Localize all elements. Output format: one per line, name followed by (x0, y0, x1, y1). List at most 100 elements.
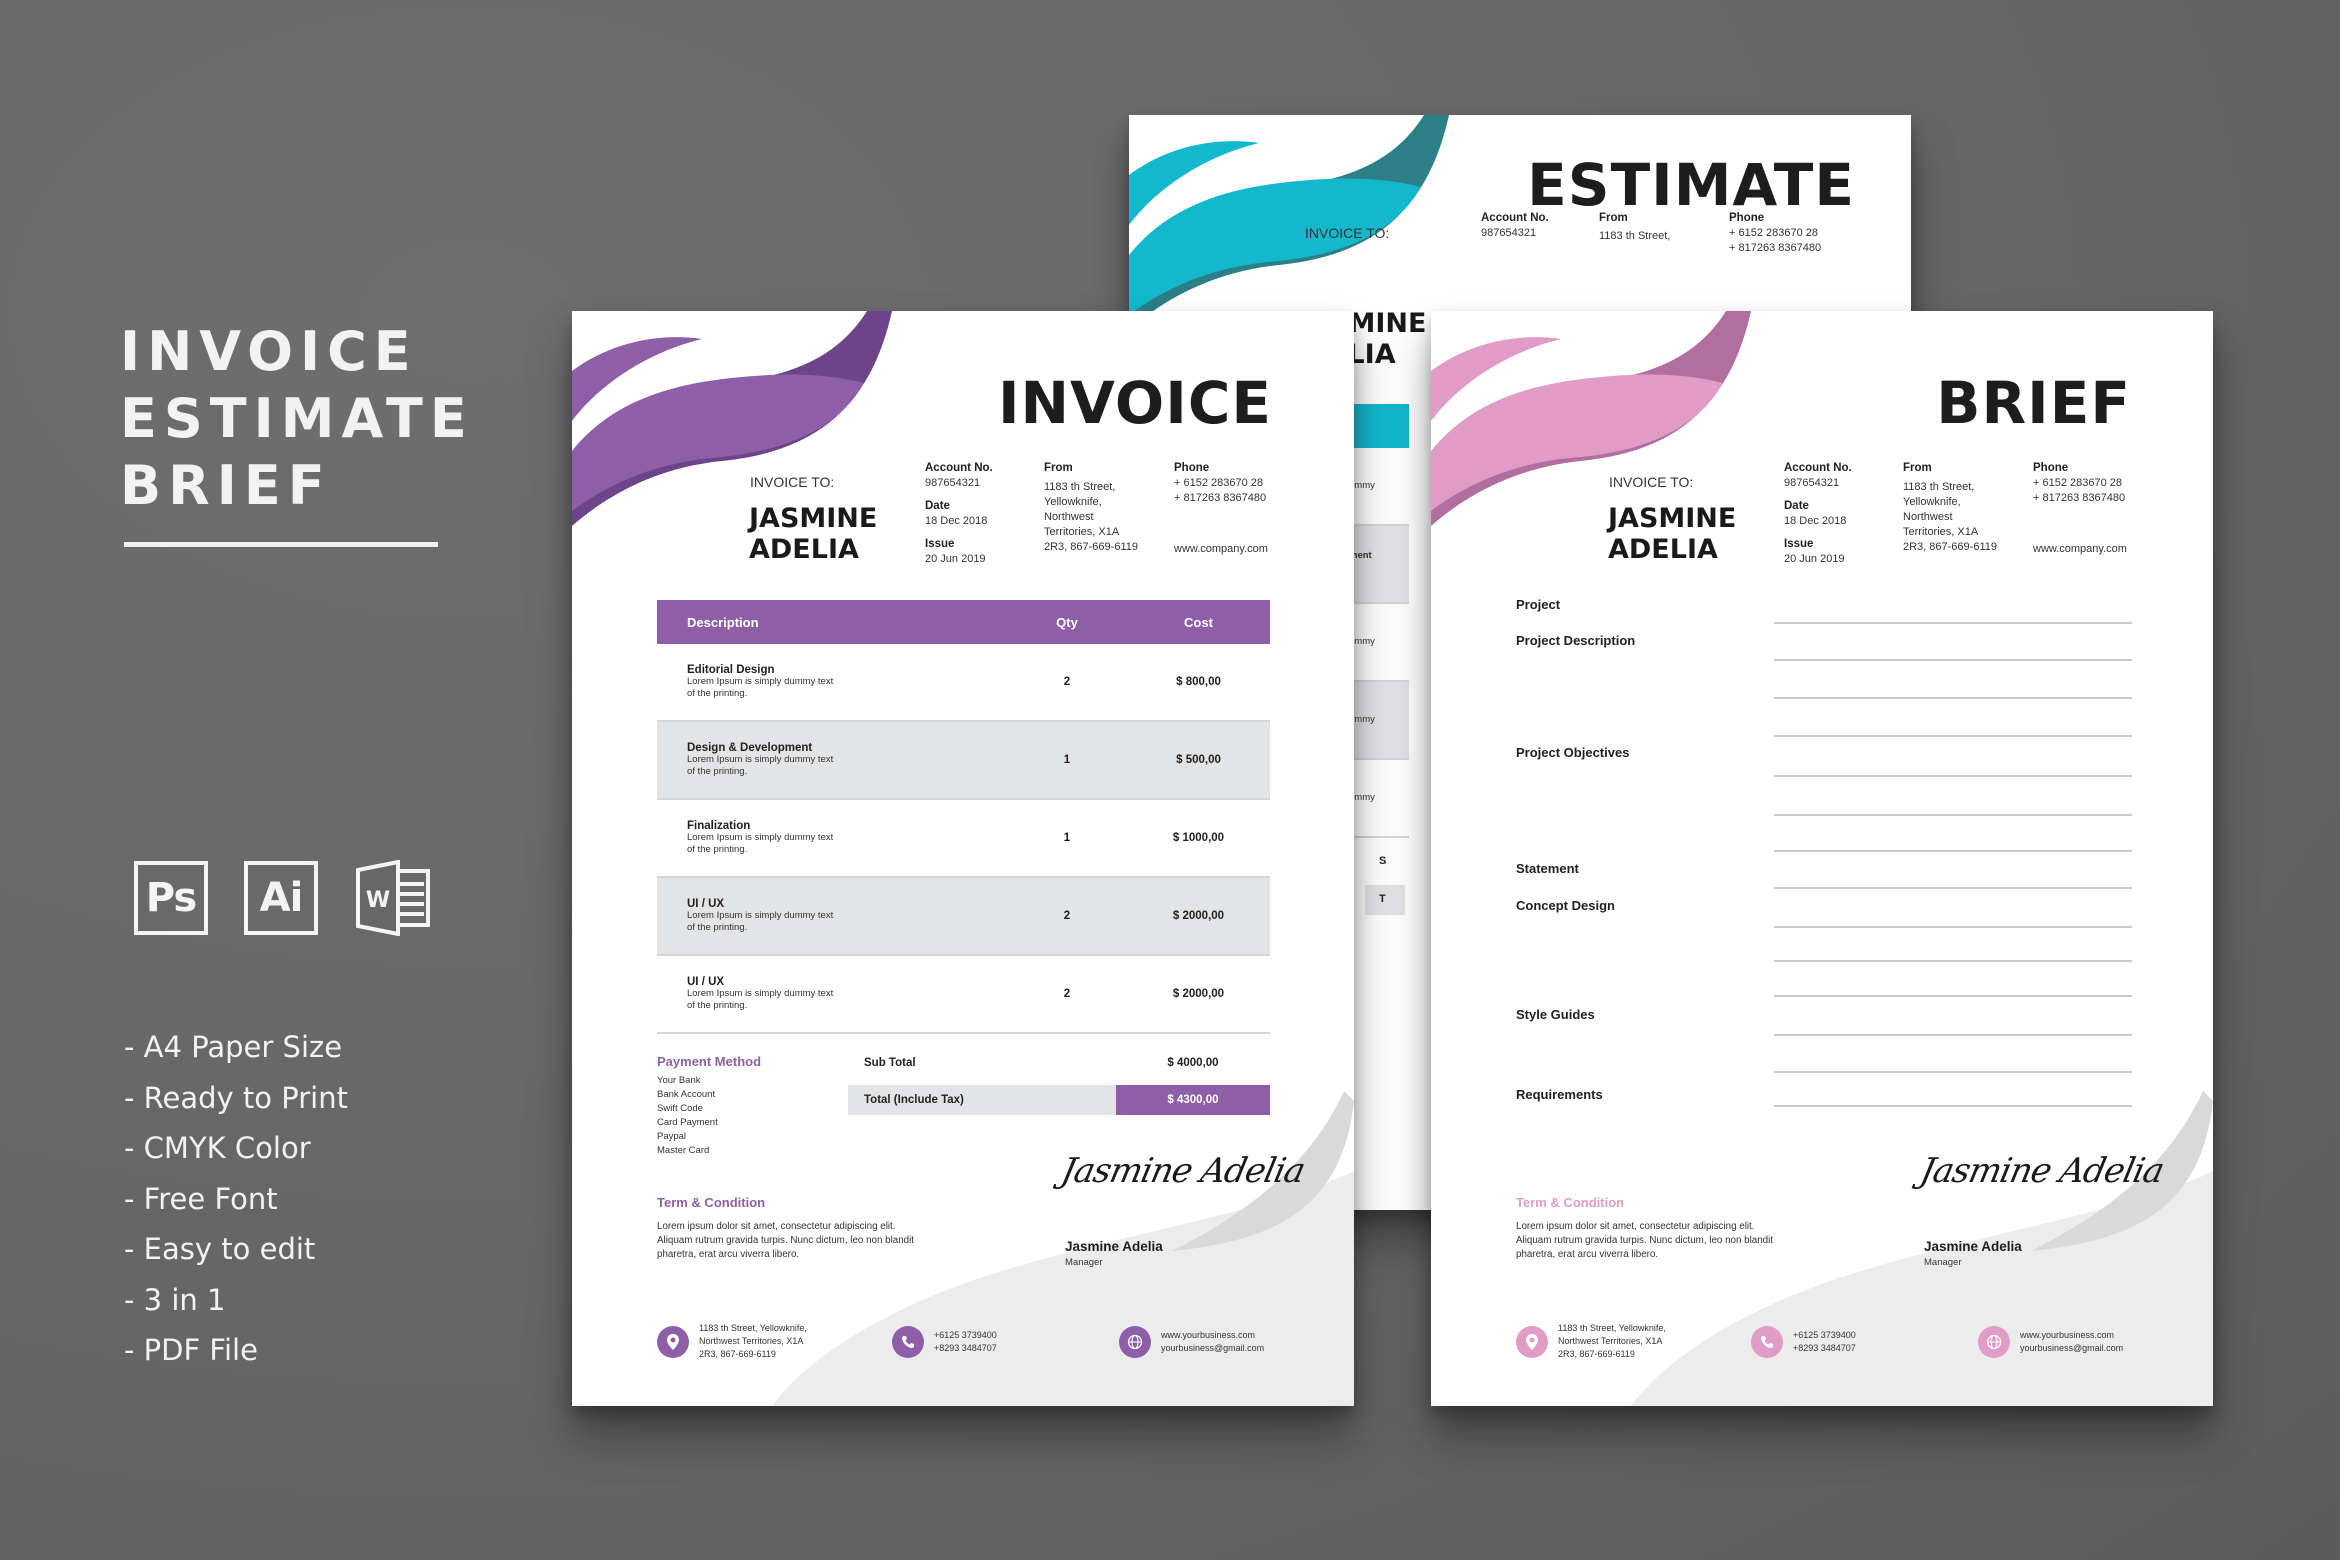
invoice-table: Description Qty Cost Editorial Design Lor… (657, 600, 1270, 1034)
item-cost: $ 800,00 (1176, 676, 1221, 688)
phone-icon (892, 1325, 924, 1358)
brief-input-line[interactable] (1774, 850, 2132, 852)
signer-name: Jasmine Adelia (1065, 1239, 1163, 1254)
app-icons: Ps Ai W (134, 859, 434, 937)
totals: Sub Total $ 4000,00 Total (Include Tax) … (848, 1047, 1270, 1115)
terms-and-conditions: Term & Condition Lorem ipsum dolor sit a… (1516, 1196, 1776, 1262)
item-note: Lorem Ipsum is simply dummy text of the … (687, 832, 834, 855)
footer-phones: +6125 3739400 +8293 3484707 (1751, 1322, 1978, 1361)
table-row: Design & Development Lorem Ipsum is simpl… (657, 722, 1270, 800)
table-row: Editorial Design Lorem Ipsum is simply du… (657, 644, 1270, 722)
subtotal-row: Sub Total $ 4000,00 (848, 1047, 1270, 1079)
from-address: From 1183 th Street, Yellowknife, Northw… (1044, 462, 1138, 553)
feature-item: - 3 in 1 (124, 1282, 226, 1317)
location-pin-icon (1516, 1325, 1548, 1358)
item-cost: $ 1000,00 (1172, 832, 1225, 844)
brief-field-label: Statement (1516, 861, 1579, 876)
brief-input-line[interactable] (1774, 622, 2132, 624)
payment-method-item: Master Card (657, 1145, 710, 1156)
table-row: UI / UX Lorem Ipsum is simply dummy text … (657, 878, 1270, 956)
word-icon: W (354, 859, 434, 937)
estimate-row: ummy (1349, 682, 1409, 760)
promo-title-line: ESTIMATE (120, 387, 474, 450)
estimate-account: Account No. 987654321 (1481, 212, 1549, 239)
payment-method-item: Paypal (657, 1131, 687, 1142)
total-label: Total (Include Tax) (864, 1094, 964, 1106)
brief-input-line[interactable] (1774, 775, 2132, 777)
brief-field-label: Project (1516, 597, 1561, 612)
account-info: Account No. 987654321 Date 18 Dec 2018 I… (925, 462, 993, 565)
terms-and-conditions: Term & Condition Lorem ipsum dolor sit a… (657, 1196, 917, 1262)
subtotal-label: Sub Total (864, 1057, 916, 1069)
estimate-table-header (1349, 404, 1409, 448)
footer-address: 1183 th Street, Yellowknife, Northwest Te… (657, 1322, 892, 1361)
from-address: From 1183 th Street, Yellowknife, Northw… (1903, 462, 1997, 553)
brief-field-label: Requirements (1516, 1087, 1603, 1102)
signature: Jasmine Adelia (1916, 1151, 2168, 1191)
column-header-cost: Cost (1184, 614, 1213, 630)
brief-page: BRIEF INVOICE TO: JASMINE ADELIA Account… (1431, 311, 2213, 1406)
signer-role: Manager (1065, 1257, 1103, 1268)
promo-title-line: INVOICE (120, 320, 418, 383)
feature-item: - Easy to edit (124, 1232, 316, 1266)
subtotal-value: $ 4000,00 (1167, 1057, 1219, 1069)
estimate-row: ummy (1349, 760, 1409, 838)
brief-input-line[interactable] (1774, 697, 2132, 699)
payment-method: Payment Method Your Bank Bank Account Sw… (657, 1055, 761, 1158)
item-note: Lorem Ipsum is simply dummy text of the … (687, 910, 834, 933)
estimate-subtotal-fragment: S (1379, 855, 1387, 867)
feature-list: - A4 Paper Size - Ready to Print - CMYK … (124, 1022, 348, 1376)
item-name: Editorial Design (687, 664, 775, 676)
table-row: Finalization Lorem Ipsum is simply dummy … (657, 800, 1270, 878)
estimate-from: From 1183 th Street, (1599, 212, 1671, 242)
brief-input-line[interactable] (1774, 659, 2132, 661)
client-name: JASMINE ADELIA (1608, 503, 1737, 565)
promo-title: INVOICE ESTIMATE BRIEF (120, 318, 474, 519)
phone-info: Phone + 6152 283670 28 + 817263 8367480 (1174, 462, 1267, 504)
estimate-row: ment (1349, 526, 1409, 604)
website-link[interactable]: www.company.com (1174, 543, 1268, 555)
item-name: Design & Development (687, 742, 813, 754)
feature-item: - Free Font (124, 1181, 278, 1216)
globe-icon (1978, 1325, 2010, 1358)
column-header-qty: Qty (1056, 614, 1078, 630)
footer-phones: +6125 3739400 +8293 3484707 (892, 1322, 1119, 1361)
item-name: Finalization (687, 820, 751, 832)
estimate-phone: Phone + 6152 283670 28 + 817263 8367480 (1729, 212, 1822, 254)
brief-input-line[interactable] (1774, 995, 2132, 997)
brief-input-line[interactable] (1774, 1105, 2132, 1107)
website-link[interactable]: www.company.com (2033, 543, 2127, 555)
promo-title-line: BRIEF (120, 454, 332, 517)
item-cost: $ 2000,00 (1172, 910, 1225, 922)
estimate-bill-to-label: INVOICE TO: (1305, 225, 1390, 241)
feature-item: - Ready to Print (124, 1080, 348, 1115)
signer-name: Jasmine Adelia (1924, 1239, 2022, 1254)
invoice-title: INVOICE (997, 369, 1272, 437)
item-note: Lorem Ipsum is simply dummy text of the … (687, 988, 834, 1011)
client-name: JASMINE ADELIA (749, 503, 878, 565)
item-cost: $ 2000,00 (1172, 988, 1225, 1000)
promo-divider (124, 542, 438, 547)
brief-input-line[interactable] (1774, 926, 2132, 928)
brief-input-line[interactable] (1774, 960, 2132, 962)
payment-method-item: Card Payment (657, 1117, 718, 1128)
payment-method-heading: Payment Method (657, 1054, 762, 1069)
signature: Jasmine Adelia (1057, 1151, 1309, 1191)
payment-method-item: Swift Code (657, 1103, 703, 1114)
brief-input-line[interactable] (1774, 1034, 2132, 1036)
brief-input-line[interactable] (1774, 887, 2132, 889)
item-qty: 1 (1063, 832, 1071, 844)
table-header: Description Qty Cost (657, 600, 1270, 644)
signer: Jasmine Adelia Manager (1924, 1239, 2022, 1268)
brief-input-line[interactable] (1774, 814, 2132, 816)
payment-method-item: Bank Account (657, 1089, 716, 1100)
terms-heading: Term & Condition (657, 1195, 766, 1210)
table-row: UI / UX Lorem Ipsum is simply dummy text … (657, 956, 1270, 1034)
phone-icon (1751, 1325, 1783, 1358)
brief-input-line[interactable] (1774, 1071, 2132, 1073)
item-qty: 2 (1063, 988, 1071, 1000)
brief-input-line[interactable] (1774, 735, 2132, 737)
estimate-total-fragment: T (1365, 885, 1405, 915)
feature-item: - PDF File (124, 1333, 258, 1367)
brief-title: BRIEF (1936, 369, 2131, 437)
